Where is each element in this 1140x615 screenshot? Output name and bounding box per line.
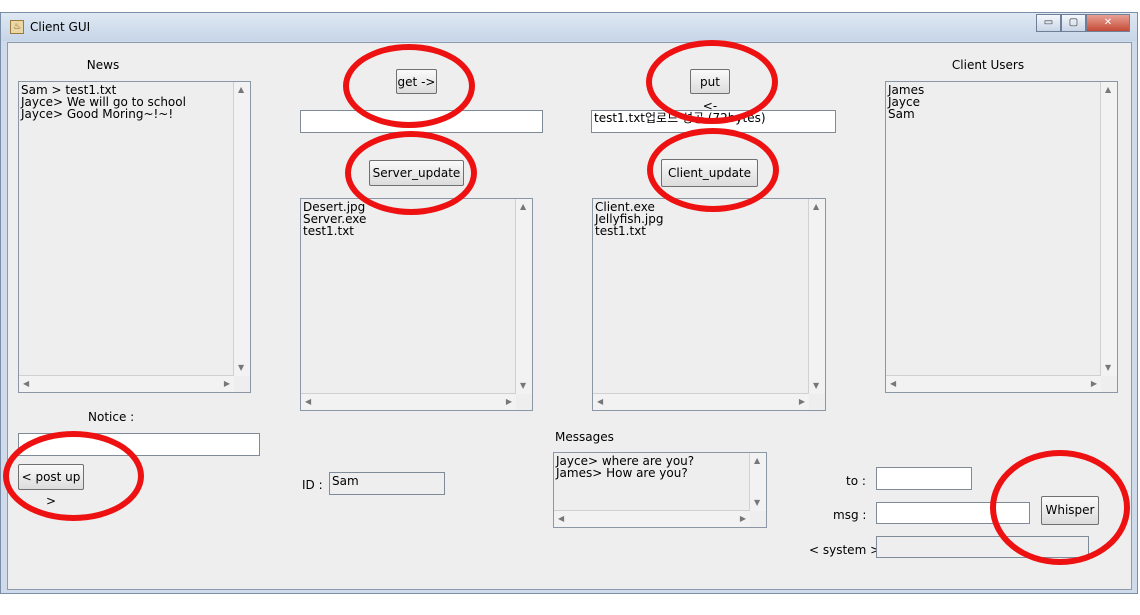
minimize-button[interactable]: ▭ xyxy=(1036,14,1061,32)
client-file-item[interactable]: test1.txt xyxy=(595,225,664,237)
scroll-right-icon[interactable]: ▶ xyxy=(799,398,805,406)
scroll-corner xyxy=(234,376,250,392)
messages-label: Messages xyxy=(555,430,614,444)
whisper-msg-input[interactable] xyxy=(876,502,1030,524)
scroll-up-icon[interactable]: ▲ xyxy=(1105,86,1111,94)
system-field xyxy=(876,536,1089,558)
scroll-corner xyxy=(516,394,532,410)
message-item[interactable]: James> How are you? xyxy=(556,467,694,479)
news-label: News xyxy=(86,58,120,72)
user-item[interactable]: Sam xyxy=(888,108,924,120)
title-bar[interactable]: ♨ Client GUI ▭ ▢ ✕ xyxy=(1,13,1137,41)
message-items: Jayce> where are you? James> How are you? xyxy=(556,455,694,479)
server-vertical-scrollbar[interactable]: ▲ ▼ xyxy=(515,199,532,394)
news-vertical-scrollbar[interactable]: ▲ ▼ xyxy=(233,82,250,376)
scroll-corner xyxy=(1101,376,1117,392)
news-item[interactable]: Jayce> Good Moring~!~! xyxy=(21,108,186,120)
scroll-up-icon[interactable]: ▲ xyxy=(520,203,526,211)
java-app-icon: ♨ xyxy=(10,20,24,34)
server-file-items: Desert.jpg Server.exe test1.txt xyxy=(303,201,366,237)
id-field: Sam xyxy=(329,472,445,495)
scroll-down-icon[interactable]: ▼ xyxy=(1105,364,1111,372)
system-label: < system > xyxy=(809,543,881,557)
client-file-items: Client.exe Jellyfish.jpg test1.txt xyxy=(595,201,664,237)
server-file-item[interactable]: test1.txt xyxy=(303,225,366,237)
whisper-to-input[interactable] xyxy=(876,467,972,490)
post-up-button[interactable]: < post up > xyxy=(18,464,84,508)
scroll-left-icon[interactable]: ◀ xyxy=(305,398,311,406)
desktop-strip xyxy=(0,594,1140,615)
scroll-right-icon[interactable]: ▶ xyxy=(740,515,746,523)
client-horizontal-scrollbar[interactable]: ◀ ▶ xyxy=(593,393,809,410)
close-button[interactable]: ✕ xyxy=(1086,14,1130,32)
messages-horizontal-scrollbar[interactable]: ◀ ▶ xyxy=(554,510,750,527)
scroll-down-icon[interactable]: ▼ xyxy=(238,364,244,372)
scroll-down-icon[interactable]: ▼ xyxy=(754,499,760,507)
scroll-right-icon[interactable]: ▶ xyxy=(224,380,230,388)
client-update-button[interactable]: Client_update xyxy=(661,159,758,187)
maximize-button[interactable]: ▢ xyxy=(1061,14,1086,32)
get-button[interactable]: get -> xyxy=(396,69,437,94)
id-label: ID : xyxy=(302,478,323,492)
scroll-right-icon[interactable]: ▶ xyxy=(506,398,512,406)
client-path-input[interactable]: test1.txt업로드 성공 (72bytes) xyxy=(591,110,836,133)
news-items: Sam > test1.txt Jayce> We will go to scho… xyxy=(21,84,186,120)
to-label: to : xyxy=(846,474,866,488)
news-horizontal-scrollbar[interactable]: ◀ ▶ xyxy=(19,375,234,392)
notice-input[interactable] xyxy=(18,433,260,456)
server-horizontal-scrollbar[interactable]: ◀ ▶ xyxy=(301,393,516,410)
msg-label: msg : xyxy=(833,508,867,522)
scroll-left-icon[interactable]: ◀ xyxy=(23,380,29,388)
window-title: Client GUI xyxy=(30,20,91,34)
scroll-up-icon[interactable]: ▲ xyxy=(754,457,760,465)
put-button[interactable]: put <- xyxy=(690,69,730,113)
user-items: James Jayce Sam xyxy=(888,84,924,120)
server-path-input[interactable] xyxy=(300,110,543,133)
scroll-corner xyxy=(750,511,766,527)
server-file-list[interactable]: Desert.jpg Server.exe test1.txt ▲ ▼ ◀ ▶ xyxy=(300,198,533,411)
scroll-left-icon[interactable]: ◀ xyxy=(597,398,603,406)
messages-list[interactable]: Jayce> where are you? James> How are you?… xyxy=(553,452,767,528)
server-update-button[interactable]: Server_update xyxy=(369,160,464,186)
scroll-right-icon[interactable]: ▶ xyxy=(1091,380,1097,388)
client-users-label: Client Users xyxy=(951,58,1025,72)
scroll-left-icon[interactable]: ◀ xyxy=(890,380,896,388)
scroll-corner xyxy=(809,394,825,410)
users-horizontal-scrollbar[interactable]: ◀ ▶ xyxy=(886,375,1101,392)
scroll-up-icon[interactable]: ▲ xyxy=(813,203,819,211)
whisper-button[interactable]: Whisper xyxy=(1041,496,1099,525)
scroll-left-icon[interactable]: ◀ xyxy=(558,515,564,523)
scroll-down-icon[interactable]: ▼ xyxy=(813,382,819,390)
news-list[interactable]: Sam > test1.txt Jayce> We will go to scho… xyxy=(18,81,251,393)
client-users-list[interactable]: James Jayce Sam ▲ ▼ ◀ ▶ xyxy=(885,81,1118,393)
client-file-list[interactable]: Client.exe Jellyfish.jpg test1.txt ▲ ▼ ◀ ▶ xyxy=(592,198,826,411)
scroll-down-icon[interactable]: ▼ xyxy=(520,382,526,390)
scroll-up-icon[interactable]: ▲ xyxy=(238,86,244,94)
messages-vertical-scrollbar[interactable]: ▲ ▼ xyxy=(749,453,766,511)
client-vertical-scrollbar[interactable]: ▲ ▼ xyxy=(808,199,825,394)
notice-label: Notice : xyxy=(88,410,135,424)
users-vertical-scrollbar[interactable]: ▲ ▼ xyxy=(1100,82,1117,376)
